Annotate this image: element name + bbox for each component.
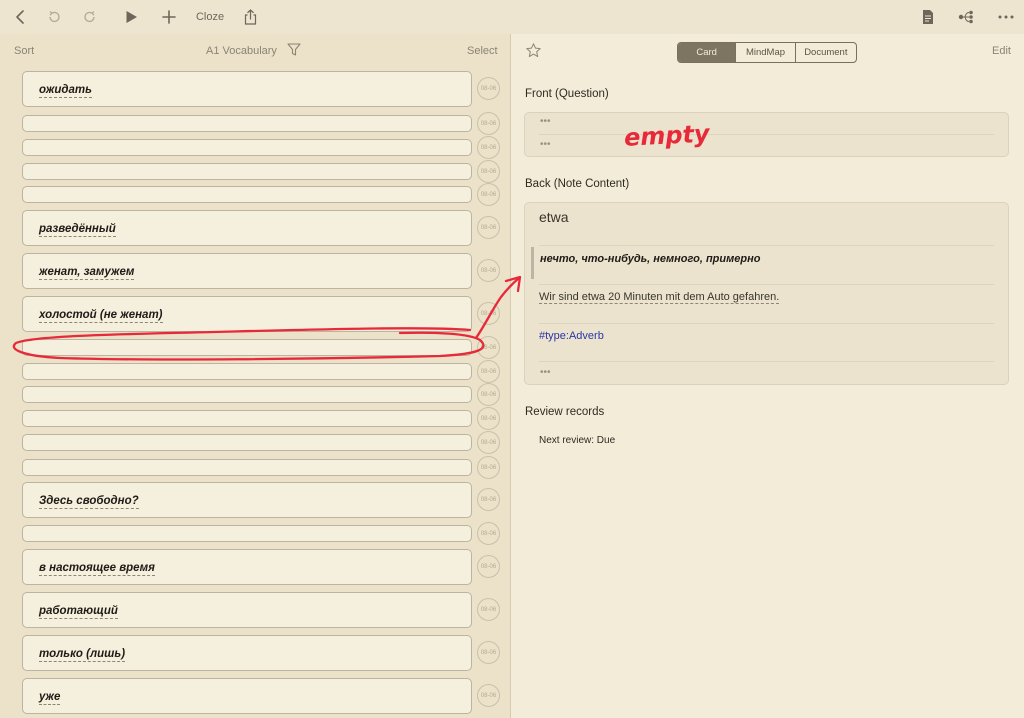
review-date-badge: 08-06 — [477, 555, 500, 578]
card-detail-panel: Card MindMap Document Edit Front (Questi… — [511, 34, 1024, 718]
card-item[interactable]: работающий — [22, 592, 472, 628]
add-icon[interactable] — [157, 0, 181, 34]
card-item[interactable] — [22, 139, 472, 156]
card-item[interactable]: уже — [22, 678, 472, 714]
card-item[interactable]: в настоящее время — [22, 549, 472, 585]
review-records-label: Review records — [525, 406, 605, 418]
view-segmented-control: Card MindMap Document — [677, 42, 857, 63]
sort-button[interactable]: Sort — [14, 45, 34, 57]
card-item[interactable] — [22, 115, 472, 132]
card-item[interactable] — [22, 363, 472, 380]
card-item-text: разведённый — [39, 223, 116, 237]
empty-line-dots: ••• — [540, 367, 551, 378]
review-date-badge: 08-06 — [477, 336, 500, 359]
back-example: Wir sind etwa 20 Minuten mit dem Auto ge… — [539, 291, 780, 304]
card-item[interactable]: только (лишь) — [22, 635, 472, 671]
empty-line-dots: ••• — [540, 116, 551, 127]
card-list-panel: Sort A1 Vocabulary Select ожидать 08-06 08… — [0, 34, 511, 718]
review-date-badge: 08-06 — [477, 407, 500, 430]
card-item-text: женат, замужем — [39, 266, 135, 280]
card-item[interactable] — [22, 163, 472, 180]
card-item[interactable] — [22, 386, 472, 403]
tab-document[interactable]: Document — [794, 43, 856, 62]
redo-icon[interactable] — [78, 0, 102, 34]
review-date-badge: 08-06 — [477, 488, 500, 511]
divider — [539, 323, 994, 324]
divider — [539, 245, 994, 246]
review-date-badge: 08-06 — [477, 77, 500, 100]
review-date-badge: 08-06 — [477, 160, 500, 183]
divider — [539, 361, 994, 362]
tab-mindmap[interactable]: MindMap — [735, 43, 794, 62]
card-item[interactable] — [22, 410, 472, 427]
mindmap-icon[interactable] — [954, 0, 978, 34]
card-item-text: холостой (не женат) — [39, 309, 163, 323]
review-date-badge: 08-06 — [477, 598, 500, 621]
back-meaning: нечто, что-нибудь, немного, примерно — [540, 253, 761, 265]
deck-title: A1 Vocabulary — [206, 45, 277, 57]
card-item-text: Здесь свободно? — [39, 495, 139, 509]
review-date-badge: 08-06 — [477, 383, 500, 406]
tab-card[interactable]: Card — [678, 43, 736, 62]
more-icon[interactable] — [994, 0, 1018, 34]
back-word: etwa — [539, 209, 569, 225]
document-icon[interactable] — [916, 0, 940, 34]
review-date-badge: 08-06 — [477, 183, 500, 206]
divider — [539, 284, 994, 285]
back-icon[interactable] — [8, 0, 32, 34]
review-date-badge: 08-06 — [477, 360, 500, 383]
review-date-badge: 08-06 — [477, 641, 500, 664]
review-date-badge: 08-06 — [477, 522, 500, 545]
card-item[interactable]: разведённый — [22, 210, 472, 246]
cloze-label: Cloze — [195, 11, 225, 23]
toolbar: Cloze — [0, 0, 1024, 34]
card-item-text: в настоящее время — [39, 562, 155, 576]
card-item[interactable] — [22, 434, 472, 451]
card-item[interactable]: женат, замужем — [22, 253, 472, 289]
card-item[interactable] — [22, 525, 472, 542]
quote-bar — [531, 247, 534, 279]
front-content-box[interactable]: ••• ••• — [524, 112, 1009, 157]
card-item[interactable] — [22, 339, 472, 356]
front-label: Front (Question) — [525, 88, 609, 100]
review-date-badge: 08-06 — [477, 259, 500, 282]
card-item[interactable]: холостой (не женат) — [22, 296, 472, 332]
type-tag[interactable]: #type:Adverb — [539, 330, 604, 342]
play-icon[interactable] — [119, 0, 143, 34]
review-date-badge: 08-06 — [477, 112, 500, 135]
card-item-text: работающий — [39, 605, 118, 619]
share-icon[interactable] — [238, 0, 262, 34]
review-date-badge: 08-06 — [477, 216, 500, 239]
back-label: Back (Note Content) — [525, 178, 630, 190]
cloze-button[interactable]: Cloze — [190, 0, 230, 34]
back-content-box[interactable]: etwa нечто, что-нибудь, немного, примерн… — [524, 202, 1009, 385]
review-date-badge: 08-06 — [477, 302, 500, 325]
edit-button[interactable]: Edit — [992, 45, 1011, 57]
divider — [539, 134, 994, 135]
card-item-text: только (лишь) — [39, 648, 126, 662]
card-item-text: уже — [39, 691, 61, 705]
review-date-badge: 08-06 — [477, 456, 500, 479]
undo-icon[interactable] — [42, 0, 66, 34]
review-date-badge: 08-06 — [477, 431, 500, 454]
card-item[interactable]: Здесь свободно? — [22, 482, 472, 518]
filter-icon[interactable] — [287, 43, 301, 61]
next-review: Next review: Due — [539, 435, 616, 446]
empty-line-dots: ••• — [540, 139, 551, 150]
card-item-text: ожидать — [39, 84, 92, 98]
card-item[interactable]: ожидать — [22, 71, 472, 107]
review-date-badge: 08-06 — [477, 136, 500, 159]
card-item[interactable] — [22, 186, 472, 203]
star-icon[interactable] — [525, 42, 542, 64]
card-item[interactable] — [22, 459, 472, 476]
select-button[interactable]: Select — [467, 45, 498, 57]
review-date-badge: 08-06 — [477, 684, 500, 707]
